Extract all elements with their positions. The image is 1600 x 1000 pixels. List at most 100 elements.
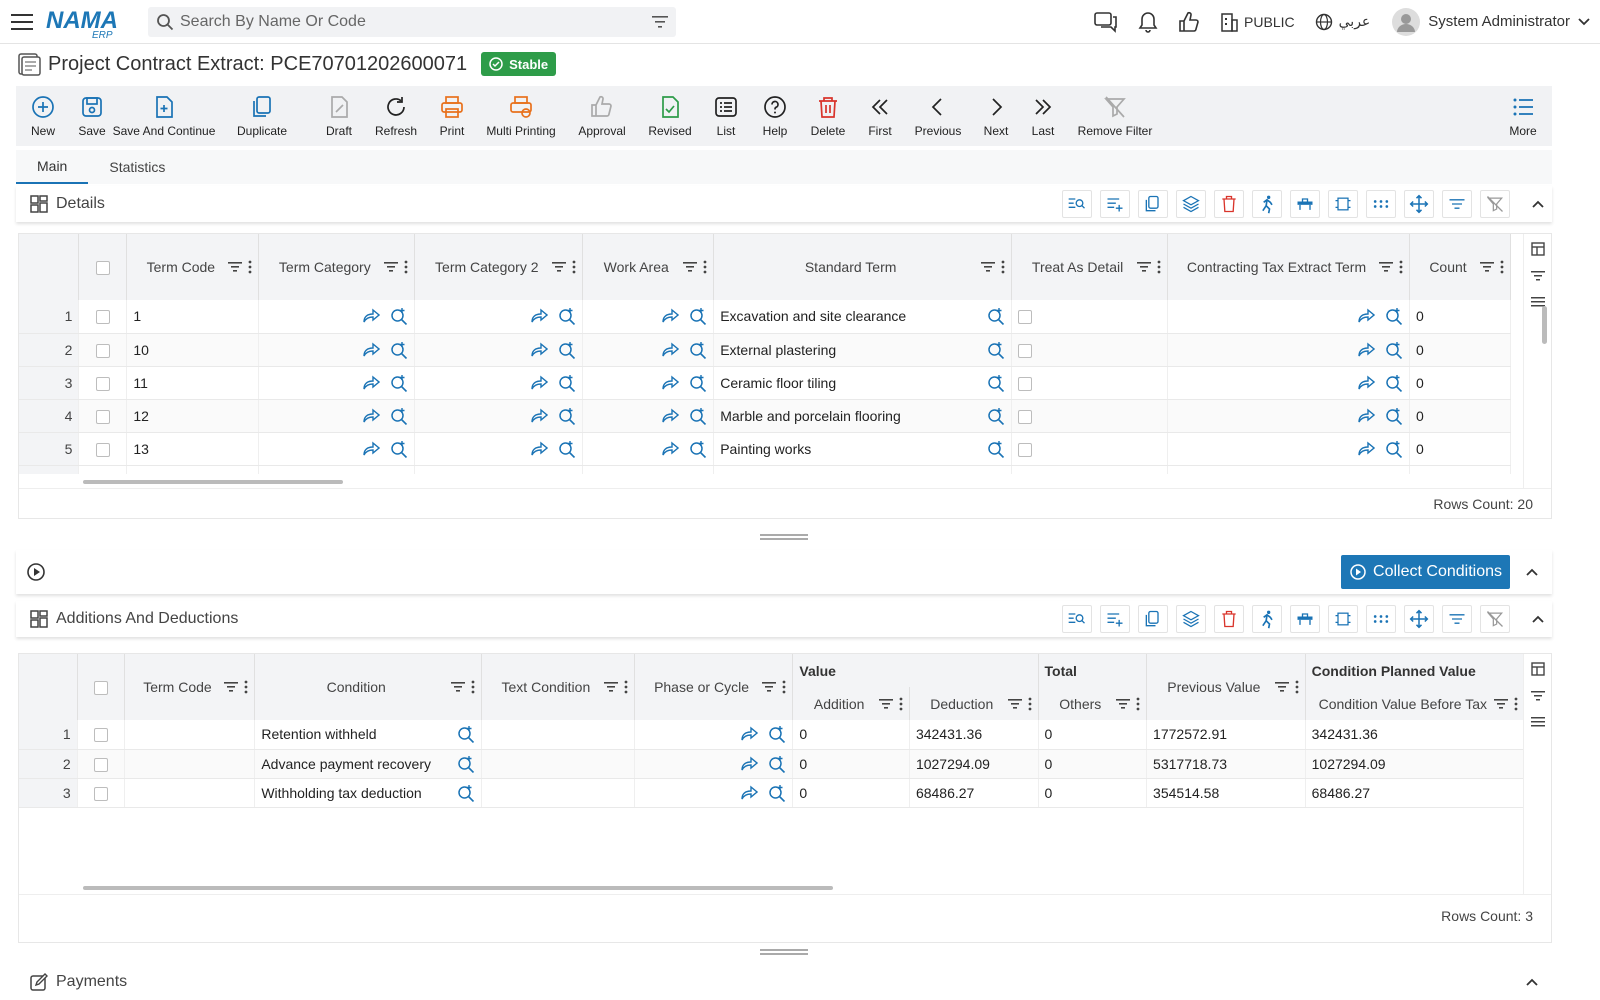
- open-link-icon[interactable]: [1357, 441, 1375, 457]
- column-menu-icon[interactable]: [471, 680, 475, 694]
- user-menu[interactable]: System Administrator: [1392, 7, 1590, 36]
- resize-handle[interactable]: [760, 534, 808, 540]
- lookup-icon[interactable]: [987, 374, 1005, 392]
- row-checkbox[interactable]: [93, 728, 108, 743]
- new-button[interactable]: New: [16, 86, 70, 146]
- row-checkbox[interactable]: [93, 786, 108, 801]
- col-count[interactable]: Count: [1416, 259, 1480, 275]
- col-work-area[interactable]: Work Area: [589, 259, 683, 275]
- col-treat-as-detail[interactable]: Treat As Detail: [1018, 259, 1137, 275]
- condition-cell[interactable]: Withholding tax deduction: [261, 785, 421, 801]
- collapse-icon[interactable]: [1524, 200, 1552, 208]
- table-row[interactable]: 1 Retention withheld 0 342431.36 0 17725…: [19, 720, 1525, 750]
- column-filter-icon[interactable]: [1137, 261, 1152, 273]
- save-button[interactable]: Save: [70, 86, 114, 146]
- columns-icon[interactable]: [1530, 662, 1545, 676]
- open-link-icon[interactable]: [530, 308, 549, 324]
- lookup-icon[interactable]: [390, 407, 408, 425]
- table-row[interactable]: 3 11 Ceramic floor tiling 0: [19, 366, 1511, 400]
- open-link-icon[interactable]: [362, 474, 380, 475]
- column-filter-icon[interactable]: [1116, 698, 1131, 710]
- row-checkbox[interactable]: [93, 757, 108, 772]
- copy-icon[interactable]: [1138, 190, 1168, 218]
- lookup-icon[interactable]: [987, 407, 1005, 425]
- column-menu-icon[interactable]: [1295, 680, 1299, 694]
- open-link-icon[interactable]: [1357, 408, 1375, 424]
- lookup-icon[interactable]: [457, 784, 475, 802]
- column-filter-icon[interactable]: [451, 681, 466, 693]
- dots-grid-icon[interactable]: [1366, 190, 1396, 218]
- table-icon[interactable]: [1290, 605, 1320, 633]
- text-condition-cell[interactable]: [481, 749, 635, 779]
- add-line-icon[interactable]: [1100, 190, 1130, 218]
- term-code-cell[interactable]: 13: [126, 432, 260, 466]
- next-button[interactable]: Next: [976, 86, 1016, 146]
- column-filter-icon[interactable]: [878, 698, 893, 710]
- dots-grid-icon[interactable]: [1366, 605, 1396, 633]
- col-term-category-2[interactable]: Term Category 2: [421, 259, 552, 275]
- column-filter-icon[interactable]: [981, 261, 996, 273]
- open-link-icon[interactable]: [661, 308, 680, 324]
- resize-handle[interactable]: [760, 949, 808, 955]
- column-menu-icon[interactable]: [248, 260, 252, 274]
- col-term-code[interactable]: Term Code: [133, 259, 228, 275]
- standard-term-cell[interactable]: Marble and porcelain flooring: [720, 408, 901, 424]
- select-all-checkbox[interactable]: [93, 681, 108, 696]
- count-cell[interactable]: 0: [1409, 300, 1511, 334]
- tab-statistics[interactable]: Statistics: [88, 150, 186, 184]
- layers-icon[interactable]: [1176, 190, 1206, 218]
- term-code-cell[interactable]: 11: [126, 366, 260, 400]
- lookup-icon[interactable]: [1385, 440, 1403, 458]
- language-selector[interactable]: عربي: [1315, 13, 1370, 31]
- open-link-icon[interactable]: [362, 441, 381, 457]
- lookup-icon[interactable]: [390, 307, 408, 326]
- remove-filter-icon[interactable]: [1480, 190, 1510, 218]
- term-code-cell[interactable]: 1: [126, 300, 260, 334]
- search-input[interactable]: Search By Name Or Code: [148, 6, 676, 37]
- previous-value-cell[interactable]: 1772572.91: [1146, 720, 1306, 750]
- table-row[interactable]: 4 12 Marble and porcelain flooring 0: [19, 399, 1511, 433]
- lookup-icon[interactable]: [768, 725, 786, 744]
- open-link-icon[interactable]: [530, 342, 549, 358]
- col-term-category[interactable]: Term Category: [265, 259, 384, 275]
- treat-as-detail-checkbox[interactable]: [1018, 343, 1033, 358]
- condition-cell[interactable]: Advance payment recovery: [261, 756, 431, 772]
- layers-icon[interactable]: [1176, 605, 1206, 633]
- column-filter-icon[interactable]: [1378, 261, 1393, 273]
- column-filter-icon[interactable]: [683, 261, 698, 273]
- last-button[interactable]: Last: [1016, 86, 1070, 146]
- lookup-icon[interactable]: [689, 407, 707, 425]
- move-icon[interactable]: [1404, 605, 1434, 633]
- filter-icon[interactable]: [652, 15, 668, 29]
- column-menu-icon[interactable]: [1001, 260, 1005, 274]
- standard-term-cell[interactable]: Excavation and site clearance: [720, 308, 906, 324]
- lookup-icon[interactable]: [768, 784, 786, 802]
- lookup-icon[interactable]: [558, 374, 576, 392]
- open-link-icon[interactable]: [661, 474, 679, 475]
- horizontal-scrollbar[interactable]: [83, 480, 343, 484]
- frame-icon[interactable]: [1328, 190, 1358, 218]
- lookup-icon[interactable]: [558, 307, 576, 326]
- lookup-icon[interactable]: [390, 374, 408, 392]
- lookup-icon[interactable]: [390, 341, 408, 359]
- list-button[interactable]: List: [698, 86, 754, 146]
- column-filter-icon[interactable]: [552, 261, 567, 273]
- column-filter-icon[interactable]: [1494, 698, 1508, 710]
- lookup-icon[interactable]: [457, 725, 475, 744]
- multi-printing-button[interactable]: Multi Printing: [480, 86, 562, 146]
- row-checkbox[interactable]: [95, 376, 110, 391]
- column-filter-icon[interactable]: [1007, 698, 1022, 710]
- open-link-icon[interactable]: [740, 726, 759, 742]
- table-row[interactable]: 1 1 Excavation and site clearance 0: [19, 300, 1511, 334]
- collapse-icon[interactable]: [1518, 568, 1546, 576]
- search-list-icon[interactable]: [1062, 605, 1092, 633]
- tab-main[interactable]: Main: [16, 150, 89, 184]
- open-link-icon[interactable]: [1357, 375, 1375, 391]
- column-menu-icon[interactable]: [899, 697, 903, 711]
- col-phase-or-cycle[interactable]: Phase or Cycle: [641, 679, 763, 695]
- table-row[interactable]: 2 Advance payment recovery 0 1027294.09 …: [19, 749, 1525, 779]
- previous-button[interactable]: Previous: [900, 86, 976, 146]
- col-term-code[interactable]: Term Code: [131, 679, 225, 695]
- open-link-icon[interactable]: [661, 342, 680, 358]
- horizontal-scrollbar[interactable]: [83, 886, 833, 890]
